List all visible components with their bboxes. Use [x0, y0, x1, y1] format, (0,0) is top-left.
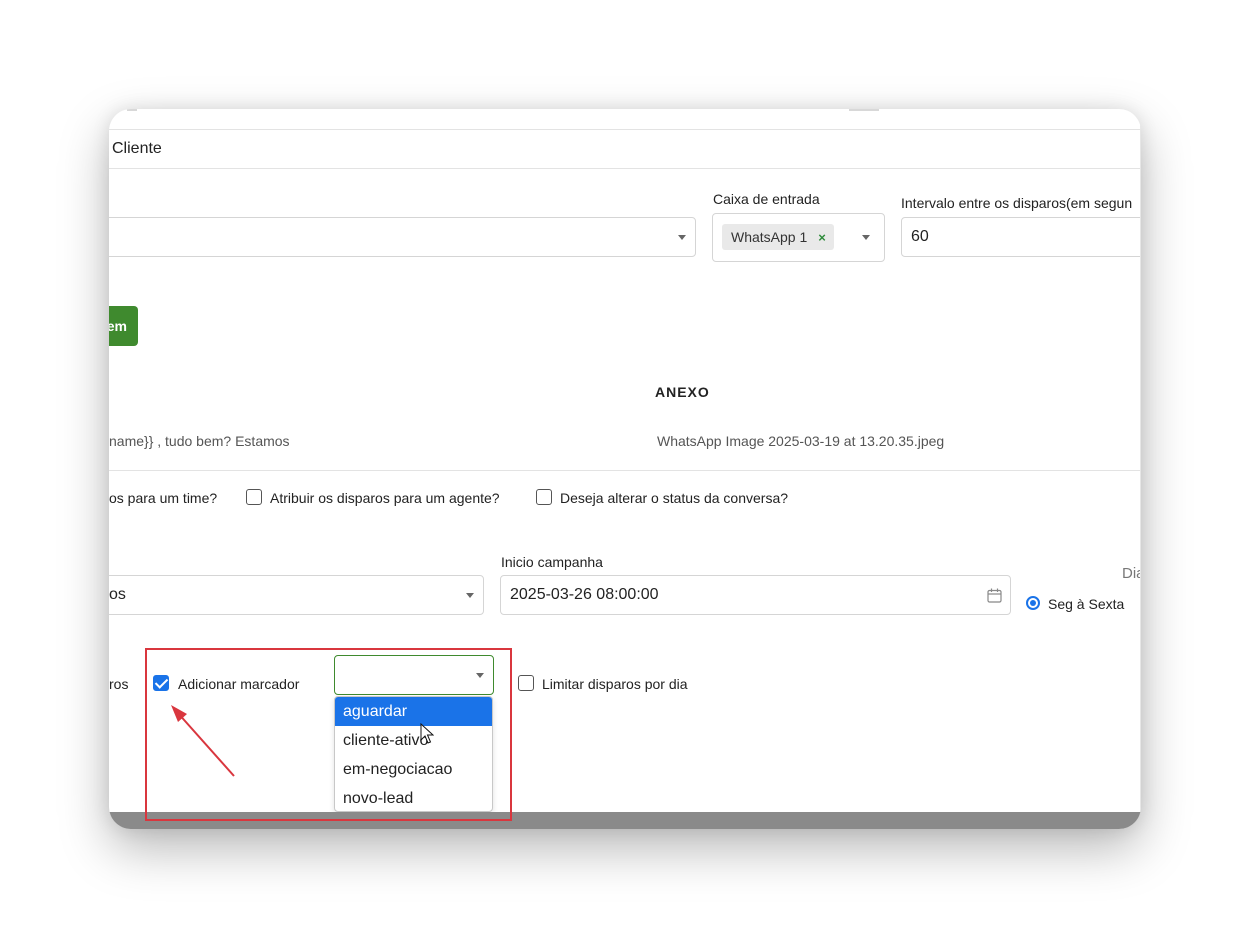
left-fragment-label: ros: [109, 676, 129, 692]
inbox-tag: WhatsApp 1 ×: [722, 224, 834, 250]
inbox-select[interactable]: WhatsApp 1 ×: [712, 213, 885, 262]
agent-checkbox[interactable]: [246, 489, 262, 505]
chevron-down-icon: [862, 235, 870, 240]
anexo-title: ANEXO: [655, 384, 710, 400]
right-edge: [1140, 109, 1141, 812]
top-edge-mark: [849, 109, 879, 111]
inbox-tag-label: WhatsApp 1: [731, 229, 808, 245]
agent-option-label: Atribuir os disparos para um agente?: [270, 490, 500, 506]
start-label: Inicio campanha: [501, 554, 603, 570]
days-label: Dia: [1122, 565, 1141, 582]
limit-label: Limitar disparos por dia: [542, 676, 688, 692]
status-checkbox[interactable]: [536, 489, 552, 505]
left-select-value: os: [109, 586, 126, 603]
divider: [109, 470, 1141, 471]
interval-input[interactable]: 60: [901, 217, 1141, 257]
section-title: Cliente: [112, 140, 162, 157]
message-button[interactable]: em: [109, 306, 138, 346]
team-option-label: os para um time?: [109, 490, 218, 506]
annotation-arrow-icon: [171, 705, 235, 777]
calendar-icon[interactable]: [987, 588, 1002, 603]
message-preview: name}} , tudo bem? Estamos: [109, 433, 290, 449]
attachment-name[interactable]: WhatsApp Image 2025-03-19 at 13.20.35.jp…: [657, 433, 944, 449]
start-date-value: 2025-03-26 08:00:00: [510, 586, 659, 603]
inbox-label: Caixa de entrada: [713, 191, 820, 207]
start-date-input[interactable]: 2025-03-26 08:00:00: [500, 575, 1011, 615]
status-option-label: Deseja alterar o status da conversa?: [560, 490, 789, 506]
limit-checkbox[interactable]: [518, 675, 534, 691]
top-edge-mark: [127, 109, 137, 111]
interval-label: Intervalo entre os disparos(em segun: [901, 195, 1133, 211]
divider: [109, 129, 1141, 130]
remove-tag-icon[interactable]: ×: [818, 230, 826, 245]
campaign-select[interactable]: [109, 217, 696, 257]
chevron-down-icon: [678, 235, 686, 240]
interval-value: 60: [911, 228, 929, 245]
weekdays-radio[interactable]: [1026, 596, 1040, 610]
left-select[interactable]: os: [109, 575, 484, 615]
divider: [109, 168, 1141, 169]
chevron-down-icon: [466, 593, 474, 598]
weekdays-radio-label: Seg à Sexta: [1048, 596, 1125, 612]
